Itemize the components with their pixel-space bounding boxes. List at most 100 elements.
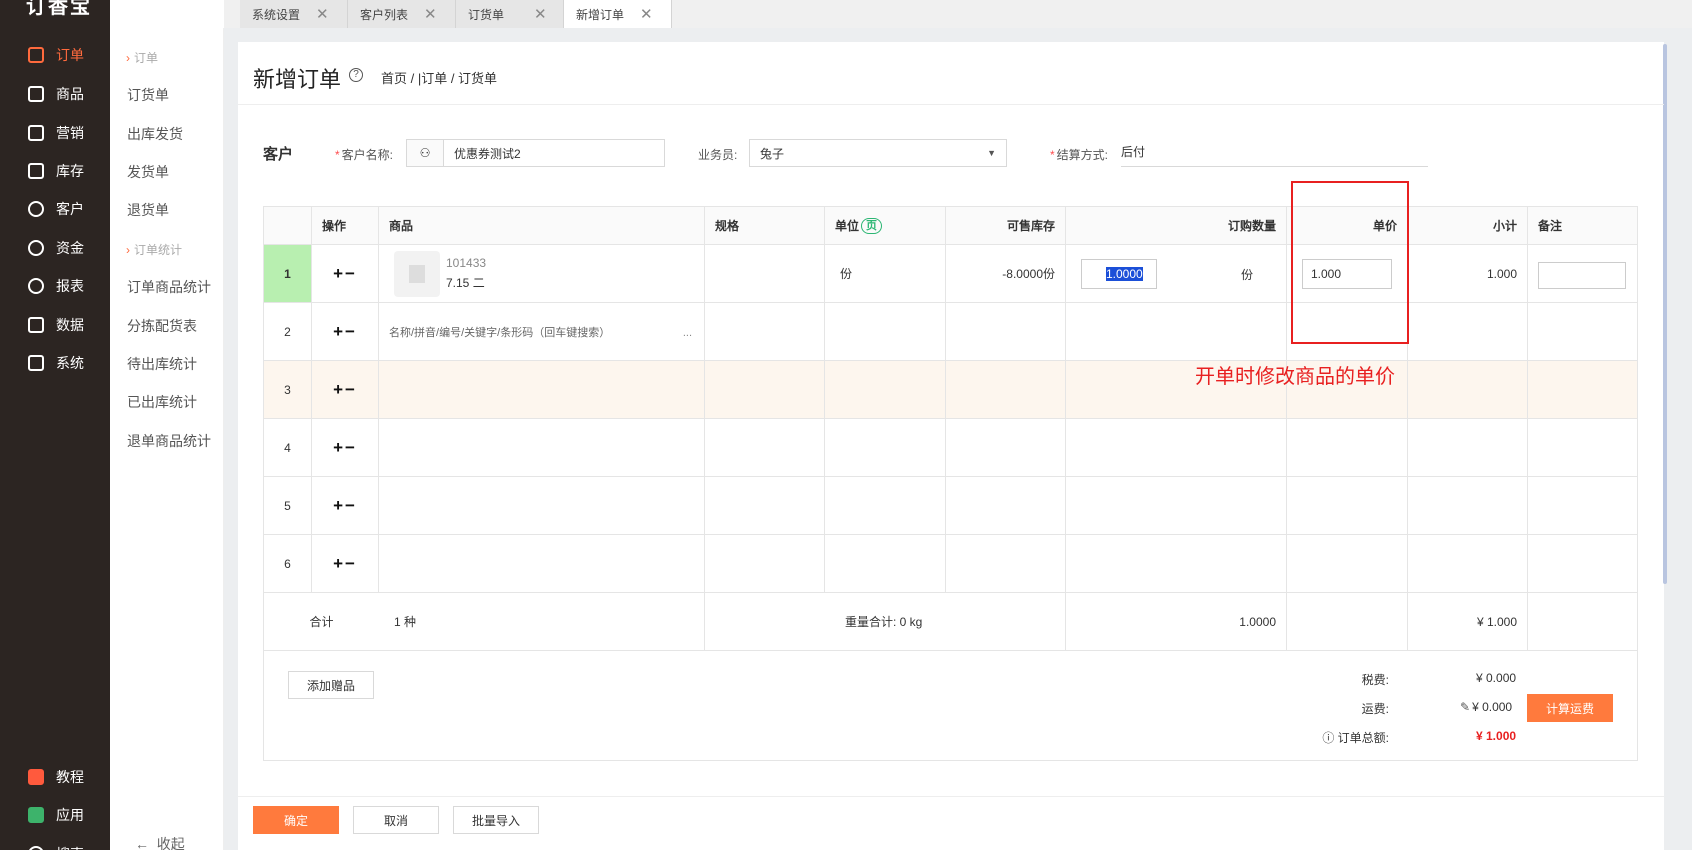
col-op: 操作 xyxy=(312,207,379,244)
nav-item-system[interactable]: 系统 xyxy=(0,345,110,381)
calc-freight-button[interactable]: 计算运费 xyxy=(1527,694,1613,722)
subnav-item-order-product-stats[interactable]: 订单商品统计 xyxy=(127,277,211,297)
sales-label: 业务员: xyxy=(698,148,738,162)
spec-cell xyxy=(705,245,825,302)
row-add-remove[interactable]: +− xyxy=(312,477,379,534)
cancel-button[interactable]: 取消 xyxy=(353,806,439,834)
subnav-item-shipped-stats[interactable]: 已出库统计 xyxy=(127,392,197,412)
video-icon xyxy=(28,769,44,785)
subnav-item-order-list[interactable]: 订货单 xyxy=(127,85,169,105)
freight-value[interactable]: ✎ ¥ 0.000 xyxy=(1460,700,1512,714)
table-row: 6 +− xyxy=(264,535,1637,593)
tax-label: 税费: xyxy=(1361,673,1389,687)
subnav-item-returns[interactable]: 退货单 xyxy=(127,200,169,220)
total-amount: ¥ 1.000 xyxy=(1408,593,1528,650)
customer-name-label: * 客户名称: xyxy=(335,148,394,162)
user-icon[interactable]: ⚇ xyxy=(406,139,444,167)
tab-system-settings[interactable]: 系统设置 ✕ xyxy=(240,0,348,28)
row-add-remove[interactable]: +− xyxy=(312,303,379,360)
tab-customer-list[interactable]: 客户列表 ✕ xyxy=(348,0,456,28)
note-input[interactable] xyxy=(1538,262,1626,289)
product-table: 操作 商品 规格 单位页 可售库存 订购数量 单价 小计 备注 1 +− 101… xyxy=(263,206,1638,761)
tab-new-order[interactable]: 新增订单 ✕ xyxy=(564,0,672,28)
row-add-remove[interactable]: +− xyxy=(312,361,379,418)
edit-icon: ✎ xyxy=(1460,700,1471,714)
settle-label: * 结算方式: xyxy=(1050,148,1109,162)
product-cell[interactable]: 101433 7.15 二 xyxy=(379,245,705,302)
nav-item-orders[interactable]: 订单 xyxy=(0,37,110,73)
row-add-remove[interactable]: +− xyxy=(312,245,379,302)
table-header: 操作 商品 规格 单位页 可售库存 订购数量 单价 小计 备注 xyxy=(264,207,1637,245)
grid-icon xyxy=(28,86,44,102)
arrow-left-icon: ← xyxy=(135,836,149,850)
col-index xyxy=(264,207,312,244)
price-annotation: 开单时修改商品的单价 xyxy=(1195,366,1395,388)
table-row: 3 +− xyxy=(264,361,1637,419)
scrollbar[interactable] xyxy=(1663,44,1667,584)
section-customer-label: 客户 xyxy=(263,146,294,163)
subnav-item-delivery[interactable]: 发货单 xyxy=(127,162,169,182)
qty-input[interactable]: 1.0000 xyxy=(1081,259,1157,289)
col-unit: 单位页 xyxy=(825,207,946,244)
nav-item-apps[interactable]: 应用 xyxy=(0,797,110,833)
qty-unit: 份 xyxy=(1241,268,1254,282)
collapse-button[interactable]: ← 收起 xyxy=(135,834,185,850)
col-note: 备注 xyxy=(1538,219,1563,233)
total-label: 合计 xyxy=(309,615,334,629)
close-icon[interactable]: ✕ xyxy=(424,5,437,23)
cube-icon xyxy=(28,807,44,823)
row-add-remove[interactable]: +− xyxy=(312,419,379,476)
row-add-remove[interactable]: +− xyxy=(312,535,379,592)
unit-badge[interactable]: 页 xyxy=(861,217,883,234)
help-icon: ⓘ xyxy=(1322,731,1338,745)
sales-select[interactable]: 兔子 ▼ xyxy=(749,139,1007,167)
close-icon[interactable]: ✕ xyxy=(316,5,329,23)
sub-sidebar: 订单 订货单 出库发货 发货单 退货单 订单统计 订单商品统计 分拣配货表 待出… xyxy=(110,28,224,850)
app-logo: 订香宝 xyxy=(26,0,92,18)
subnav-item-pending-outbound[interactable]: 待出库统计 xyxy=(127,354,197,374)
monitor-icon xyxy=(28,355,44,371)
subnav-group-orders: 订单 xyxy=(126,49,158,66)
settle-value[interactable]: 后付 xyxy=(1121,141,1428,167)
nav-item-data[interactable]: 数据 xyxy=(0,307,110,343)
warehouse-icon xyxy=(28,163,44,179)
breadcrumb[interactable]: 首页 / |订单 / 订货单 xyxy=(381,68,497,87)
tax-value: ¥ 0.000 xyxy=(1476,671,1517,685)
user-icon xyxy=(28,201,44,217)
subnav-item-outbound[interactable]: 出库发货 xyxy=(127,124,183,144)
customer-name-input[interactable]: 优惠券测试2 xyxy=(443,139,665,167)
nav-item-customers[interactable]: 客户 xyxy=(0,191,110,227)
total-qty: 1.0000 xyxy=(1066,593,1287,650)
add-gift-button[interactable]: 添加赠品 xyxy=(288,671,374,699)
nav-item-marketing[interactable]: 营销 xyxy=(0,115,110,151)
more-icon[interactable]: ... xyxy=(683,327,692,339)
batch-import-button[interactable]: 批量导入 xyxy=(453,806,539,834)
product-thumbnail xyxy=(394,250,440,297)
col-spec: 规格 xyxy=(705,207,825,244)
money-bag-icon xyxy=(28,240,44,256)
table-row: 5 +− xyxy=(264,477,1637,535)
nav-item-inventory[interactable]: 库存 xyxy=(0,153,110,189)
price-highlight-box xyxy=(1291,181,1409,344)
table-total-row: 合计 1 种 重量合计: 0 kg 1.0000 ¥ 1.000 xyxy=(264,593,1637,651)
close-icon[interactable]: ✕ xyxy=(640,5,653,23)
nav-item-search[interactable]: 搜索 xyxy=(0,836,110,850)
row-index: 5 xyxy=(264,477,312,534)
nav-item-products[interactable]: 商品 xyxy=(0,76,110,112)
page-title: 新增订单 xyxy=(253,67,342,92)
right-edge xyxy=(1692,0,1704,850)
marketing-icon xyxy=(28,125,44,141)
nav-item-reports[interactable]: 报表 xyxy=(0,268,110,304)
nav-item-tutorial[interactable]: 教程 xyxy=(0,759,110,795)
order-total-label: ⓘ 订单总额: xyxy=(1322,731,1389,745)
freight-label: 运费: xyxy=(1361,702,1389,716)
help-icon[interactable]: ? xyxy=(349,68,363,82)
product-search-input[interactable]: 名称/拼音/编号/关键字/条形码（回车键搜索）... xyxy=(379,303,705,360)
subnav-item-picking[interactable]: 分拣配货表 xyxy=(127,316,197,336)
tab-order-list[interactable]: 订货单 ✕ xyxy=(456,0,564,28)
close-icon[interactable]: ✕ xyxy=(534,5,547,23)
nav-item-funds[interactable]: 资金 xyxy=(0,230,110,266)
confirm-button[interactable]: 确定 xyxy=(253,806,339,834)
col-product: 商品 xyxy=(379,207,705,244)
subnav-item-return-stats[interactable]: 退单商品统计 xyxy=(127,431,211,451)
